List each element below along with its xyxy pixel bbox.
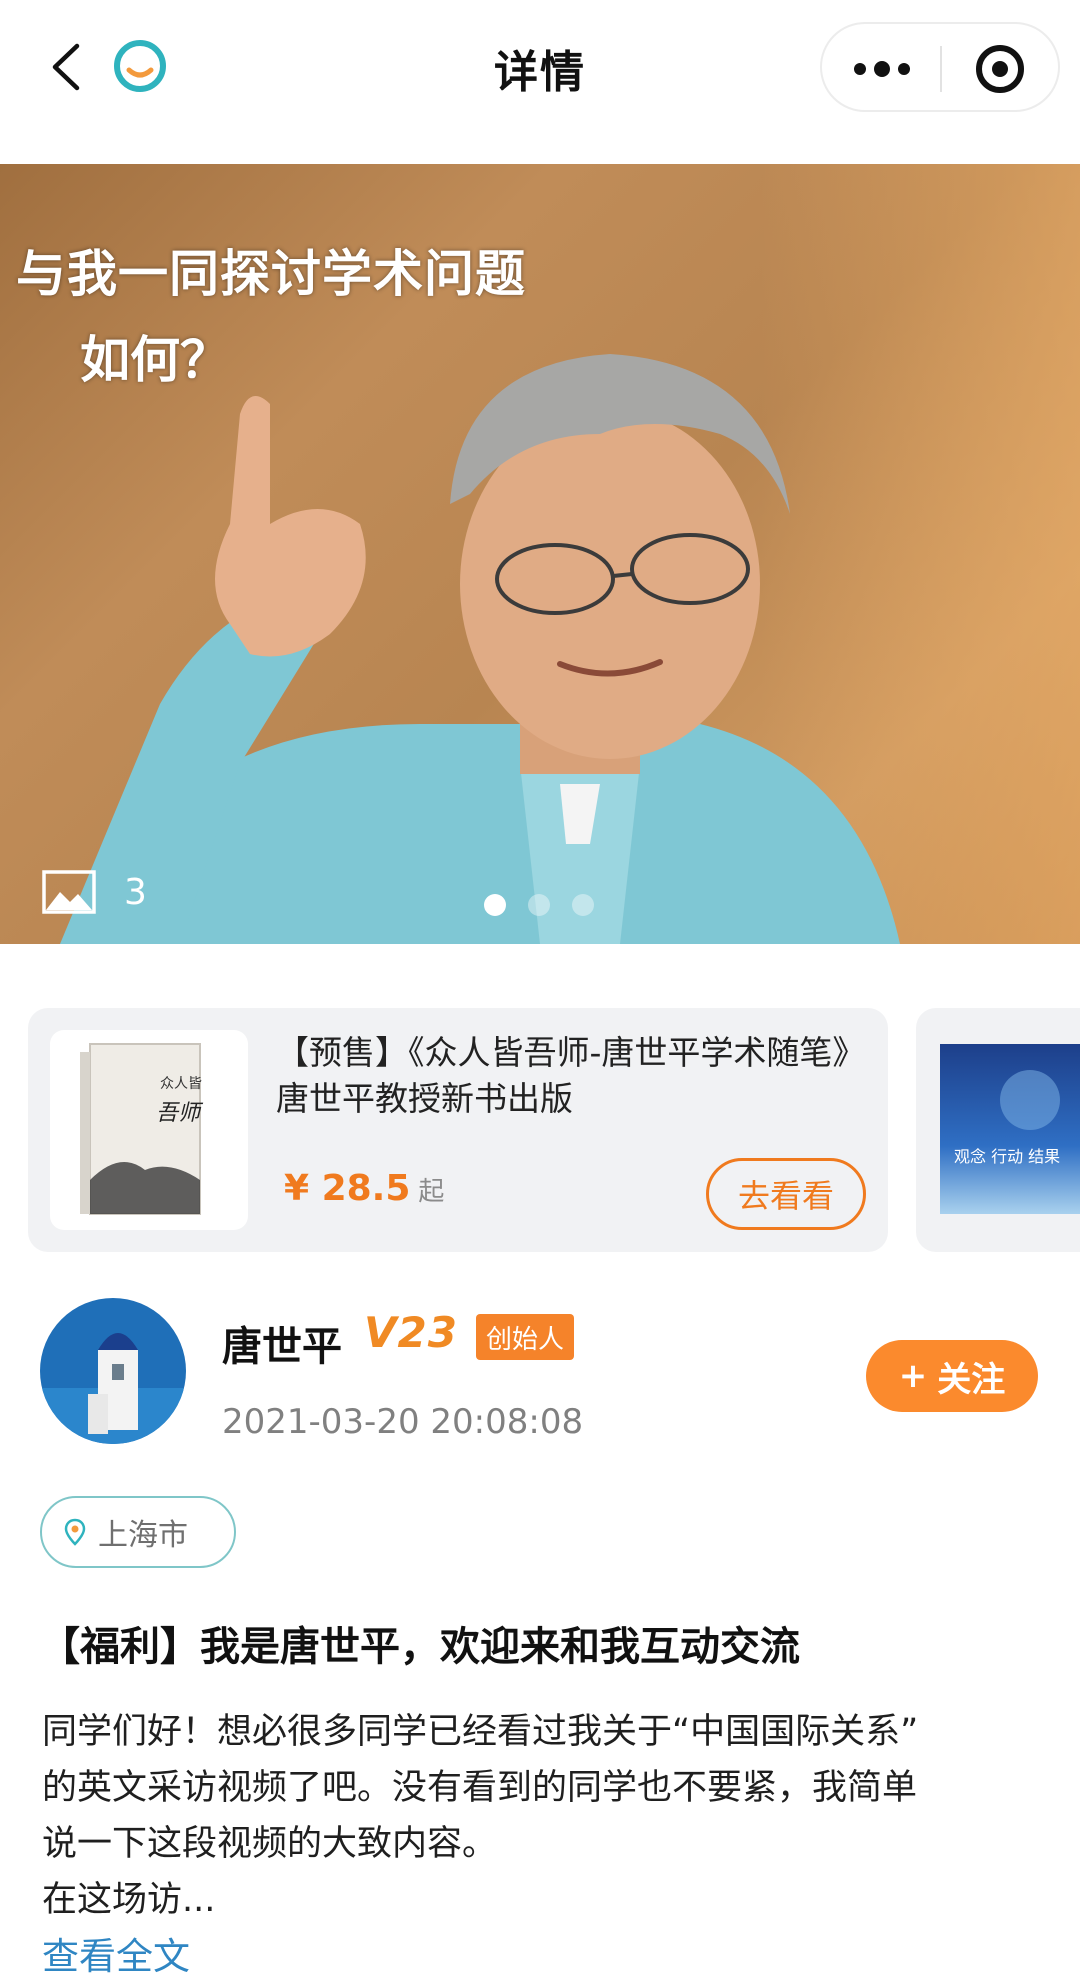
- carousel-dot-active[interactable]: [484, 894, 506, 916]
- book-cover-title: 众人皆: [160, 1076, 202, 1092]
- book-cover-image-2: 观念 行动 结果: [940, 1044, 1080, 1214]
- image-count: 3: [42, 870, 147, 914]
- hero-caption-line1: 与我一同探讨学术问题: [16, 245, 526, 303]
- book-cover-main: 吾师: [156, 1101, 204, 1126]
- carousel-dot[interactable]: [572, 894, 594, 916]
- product-price: ¥ 28.5 起: [284, 1168, 444, 1209]
- follow-button-label: 关注: [937, 1359, 1006, 1400]
- avatar[interactable]: [40, 1298, 186, 1444]
- top-navbar: 详情: [0, 0, 1080, 164]
- author-name[interactable]: 唐世平: [222, 1314, 342, 1372]
- carousel-indicator: [484, 894, 594, 916]
- capsule-divider: [940, 46, 942, 92]
- author-level-badge: V23: [364, 1308, 458, 1357]
- carousel-dot[interactable]: [528, 894, 550, 916]
- location-tag[interactable]: 上海市: [40, 1496, 236, 1568]
- plus-icon: +: [898, 1356, 928, 1396]
- go-see-button[interactable]: 去看看: [706, 1158, 866, 1230]
- post-body-line: 的英文采访视频了吧。没有看到的同学也不要紧，我简单: [42, 1768, 918, 1808]
- image-count-text: 3: [124, 871, 147, 913]
- more-icon[interactable]: [852, 44, 912, 94]
- mini-program-capsule: [820, 22, 1060, 112]
- book-cover-image: 众人皆 吾师: [50, 1030, 248, 1230]
- post-body-line: 在这场访...: [42, 1880, 216, 1920]
- location-pin-icon: [64, 1518, 86, 1546]
- post-body-line: 同学们好！想必很多同学已经看过我关于“中国国际关系”: [42, 1712, 919, 1752]
- follow-button[interactable]: + 关注: [866, 1340, 1038, 1412]
- image-gallery-icon: [42, 870, 96, 914]
- product-card[interactable]: 众人皆 吾师 【预售】《众人皆吾师-唐世平学术随笔》唐世平教授新书出版 ¥ 28…: [28, 1008, 888, 1252]
- post-title: 【福利】我是唐世平，欢迎来和我互动交流: [40, 1624, 800, 1670]
- book-cover-2-title: 观念 行动 结果: [954, 1147, 1060, 1166]
- post-body: 同学们好！想必很多同学已经看过我关于“中国国际关系” 的英文采访视频了吧。没有看…: [42, 1704, 1042, 1928]
- founder-badge: 创始人: [476, 1314, 575, 1360]
- hero-caption-line2: 如何？: [80, 331, 230, 389]
- product-title[interactable]: 【预售】《众人皆吾师-唐世平学术随笔》唐世平教授新书出版: [276, 1030, 856, 1122]
- close-mini-program-icon[interactable]: [976, 45, 1024, 93]
- read-more-link[interactable]: 查看全文: [42, 1926, 190, 1980]
- post-timestamp: 2021-03-20 20:08:08: [222, 1402, 584, 1442]
- product-price-amount: ¥ 28.5: [284, 1168, 411, 1209]
- product-price-suffix: 起: [418, 1177, 445, 1207]
- product-card-next[interactable]: 观念 行动 结果: [916, 1008, 1080, 1252]
- post-body-line: 说一下这段视频的大致内容。: [42, 1824, 498, 1864]
- location-label: 上海市: [98, 1518, 188, 1553]
- hero-carousel[interactable]: 与我一同探讨学术问题 如何？ 3: [0, 164, 1080, 944]
